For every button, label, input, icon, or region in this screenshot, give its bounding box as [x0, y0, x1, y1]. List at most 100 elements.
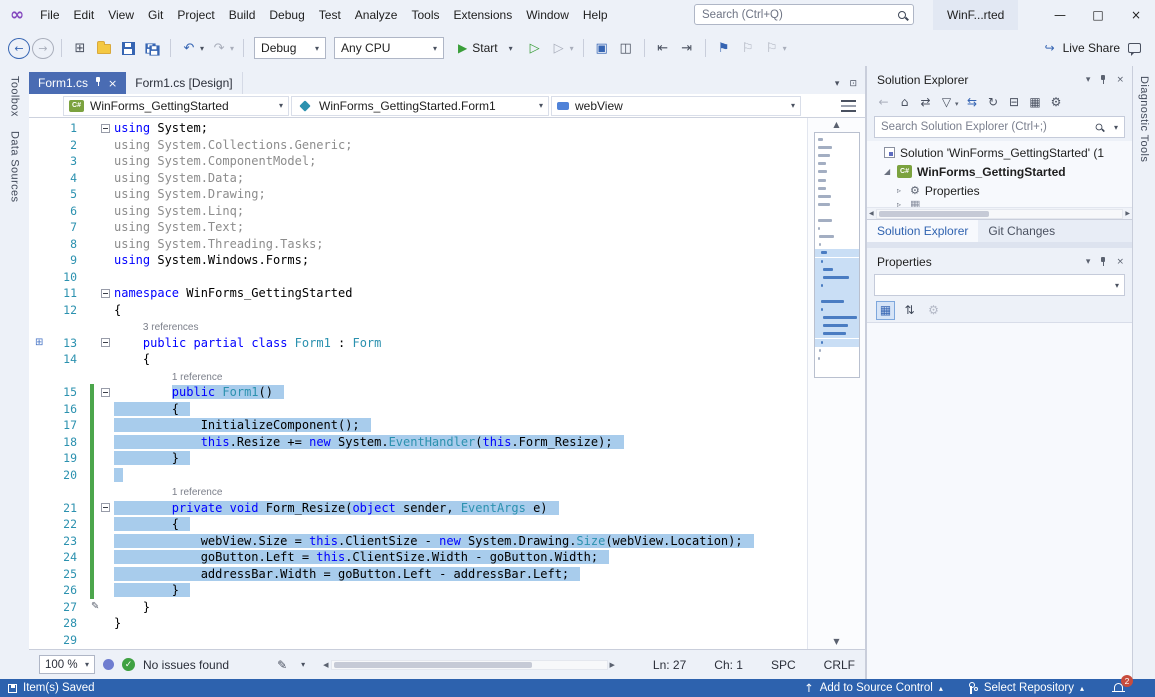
redo-dropdown-icon[interactable]: ▾: [230, 44, 234, 53]
back-icon[interactable]: ←: [874, 95, 893, 109]
project-dropdown[interactable]: C#WinForms_GettingStarted▾: [63, 96, 289, 116]
search-icon[interactable]: [1096, 124, 1103, 131]
categorized-icon[interactable]: ▦: [876, 301, 895, 320]
undo-dropdown-icon[interactable]: ▾: [200, 44, 204, 53]
codelens-references[interactable]: 1 reference: [172, 487, 223, 498]
menu-test[interactable]: Test: [312, 0, 348, 30]
close-panel-icon[interactable]: ×: [1116, 257, 1124, 267]
code-line-24[interactable]: 24 goButton.Left = this.ClientSize.Width…: [29, 549, 807, 566]
code-line-28[interactable]: 28}: [29, 615, 807, 632]
preview-window-icon[interactable]: ▣: [591, 37, 613, 59]
window-menu-icon[interactable]: ▾: [1086, 257, 1091, 267]
start-debug-button[interactable]: ▶ Start ▾: [451, 36, 520, 60]
menu-file[interactable]: File: [33, 0, 66, 30]
column-indicator[interactable]: Ch: 1: [714, 658, 743, 672]
document-tab-form1-cs[interactable]: Form1.cs×: [29, 72, 126, 94]
properties-icon[interactable]: ⚙: [1047, 95, 1066, 109]
menu-build[interactable]: Build: [222, 0, 263, 30]
redo-icon[interactable]: ↷: [208, 37, 230, 59]
scroll-left-icon[interactable]: ◀: [869, 210, 874, 217]
live-share-icon[interactable]: ↪: [1045, 41, 1055, 55]
horizontal-scrollbar[interactable]: ◀ ▶: [323, 660, 615, 670]
refresh-icon[interactable]: ↻: [984, 95, 1003, 109]
insert-mode-indicator[interactable]: SPC: [771, 658, 796, 672]
navigate-forward-icon[interactable]: →: [32, 38, 54, 59]
next-bookmark-icon[interactable]: ⚐: [761, 37, 783, 59]
code-line-15[interactable]: 15 public Form1(): [29, 384, 807, 401]
profiler-dropdown-icon[interactable]: ▾: [570, 44, 574, 53]
code-line-6[interactable]: 6using System.Linq;: [29, 203, 807, 220]
navigate-back-icon[interactable]: ←: [8, 38, 30, 59]
filter-icon[interactable]: ▽: [937, 95, 956, 109]
alphabetical-sort-icon[interactable]: ⇅: [900, 301, 919, 320]
fold-toggle-icon[interactable]: [101, 503, 110, 512]
code-line-23[interactable]: 23 webView.Size = this.ClientSize - new …: [29, 533, 807, 550]
bookmark-dropdown-icon[interactable]: ▾: [783, 44, 787, 53]
member-dropdown[interactable]: webView▾: [551, 96, 801, 116]
collapse-all-icon[interactable]: ⊟: [1005, 95, 1024, 109]
zoom-select[interactable]: 100 % ▾: [39, 655, 95, 674]
feedback-icon[interactable]: [1128, 43, 1141, 53]
code-line-9[interactable]: 9using System.Windows.Forms;: [29, 252, 807, 269]
split-editor-button[interactable]: [841, 100, 856, 112]
solution-configuration-select[interactable]: Debug ▾: [254, 37, 326, 59]
dock-tab-diagnostic-tools[interactable]: Diagnostic Tools: [1138, 76, 1150, 162]
code-line-14[interactable]: 14 {: [29, 351, 807, 368]
menu-window[interactable]: Window: [519, 0, 576, 30]
code-line-16[interactable]: 16 {: [29, 401, 807, 418]
menu-edit[interactable]: Edit: [67, 0, 102, 30]
solution-search[interactable]: Search Solution Explorer (Ctrl+;) ▾: [874, 116, 1125, 138]
code-line-19[interactable]: 19 }: [29, 450, 807, 467]
pin-icon[interactable]: [1099, 75, 1107, 85]
search-icon[interactable]: [898, 11, 906, 19]
menu-help[interactable]: Help: [576, 0, 615, 30]
menu-analyze[interactable]: Analyze: [348, 0, 405, 30]
menu-extensions[interactable]: Extensions: [447, 0, 520, 30]
fold-toggle-icon[interactable]: [101, 124, 110, 133]
code-line-17[interactable]: 17 InitializeComponent();: [29, 417, 807, 434]
bookmark-icon[interactable]: ⚑: [713, 37, 735, 59]
code-line-18[interactable]: 18 this.Resize += new System.EventHandle…: [29, 434, 807, 451]
solution-tree[interactable]: Solution 'WinForms_GettingStarted' (1◢C#…: [867, 141, 1132, 207]
code-line-8[interactable]: 8using System.Threading.Tasks;: [29, 236, 807, 253]
codelens-references[interactable]: 3 references: [143, 322, 199, 333]
solution-platform-select[interactable]: Any CPU ▾: [334, 37, 444, 59]
save-all-icon[interactable]: [141, 37, 163, 59]
scrollbar-track[interactable]: [876, 209, 1124, 219]
tree-item-1[interactable]: Solution 'WinForms_GettingStarted' (1: [867, 143, 1132, 162]
show-all-files-icon[interactable]: ▦: [1026, 95, 1045, 109]
no-issues-icon[interactable]: ✓: [122, 658, 135, 671]
switch-views-icon[interactable]: ⇄: [916, 95, 935, 109]
window-menu-icon[interactable]: ▾: [1086, 75, 1091, 85]
pin-icon[interactable]: [1099, 257, 1107, 267]
scroll-up-icon[interactable]: ▲: [808, 118, 865, 132]
window-options-icon[interactable]: ⊡: [849, 79, 857, 89]
code-line-20[interactable]: 20: [29, 467, 807, 484]
code-line-26[interactable]: 26 }: [29, 582, 807, 599]
code-cleanup-dropdown-icon[interactable]: ▾: [301, 660, 305, 669]
add-to-source-control-button[interactable]: ↑ Add to Source Control ▴: [804, 681, 943, 695]
start-without-debugging-icon[interactable]: ▷: [524, 37, 546, 59]
editor-scrollbar[interactable]: ▲ ▼: [807, 118, 865, 649]
scroll-down-icon[interactable]: ▼: [808, 635, 865, 649]
code-line-3[interactable]: 3using System.ComponentModel;: [29, 153, 807, 170]
property-pages-icon[interactable]: ⚙: [924, 301, 943, 320]
document-list-icon[interactable]: ▾: [835, 79, 840, 89]
panel-tab-git-changes[interactable]: Git Changes: [978, 220, 1065, 242]
new-project-icon[interactable]: ⊞: [69, 37, 91, 59]
fold-toggle-icon[interactable]: [101, 388, 110, 397]
home-icon[interactable]: ⌂: [895, 95, 914, 109]
tree-item-2[interactable]: ◢C#WinForms_GettingStarted: [867, 162, 1132, 181]
shift-right-icon[interactable]: ⇥: [676, 37, 698, 59]
scrollbar-thumb[interactable]: [334, 662, 532, 668]
menu-git[interactable]: Git: [141, 0, 170, 30]
pin-tab-icon[interactable]: [94, 76, 102, 90]
close-tab-icon[interactable]: ×: [108, 77, 117, 90]
shift-left-icon[interactable]: ⇤: [652, 37, 674, 59]
scrollbar-thumb[interactable]: [879, 211, 990, 217]
tree-expander-icon[interactable]: ▹: [897, 200, 910, 207]
tree-item-4[interactable]: ▹▦: [867, 200, 1132, 207]
undo-icon[interactable]: ↶: [178, 37, 200, 59]
fold-toggle-icon[interactable]: [101, 289, 110, 298]
code-line-21[interactable]: 21 private void Form_Resize(object sende…: [29, 500, 807, 517]
